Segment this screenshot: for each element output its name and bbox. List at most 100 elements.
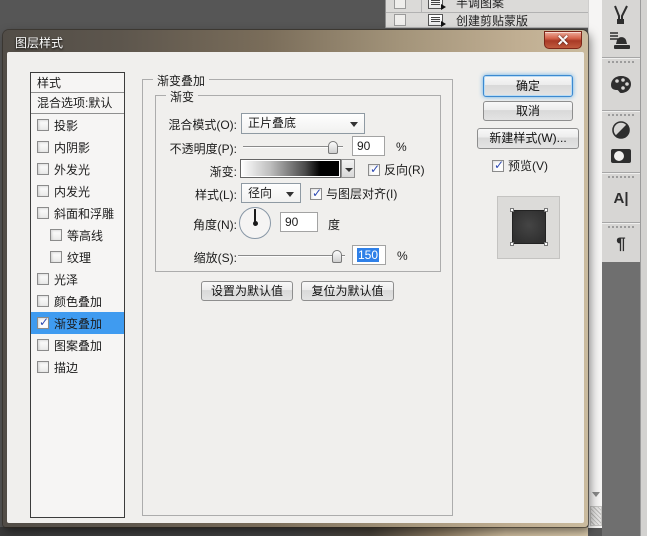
checkbox[interactable] [50,251,62,263]
dock-separator [602,222,640,223]
new-style-button[interactable]: 新建样式(W)... [477,128,579,149]
opacity-input[interactable]: 90 [352,136,385,156]
style-label: 样式(L): [157,186,237,203]
checkbox[interactable] [37,141,49,153]
dock-drag-handle[interactable] [608,114,634,116]
set-default-button[interactable]: 设置为默认值 [201,281,293,301]
dialog-titlebar[interactable]: 图层样式 [3,30,588,52]
reverse-check-row[interactable]: 反向(R) [368,161,425,178]
paragraph-panel-icon[interactable]: ¶ [602,234,640,254]
action-step-label: 半调图案 [456,0,504,11]
gradient-picker-arrow[interactable] [341,159,355,178]
dock-separator [602,172,640,173]
checkbox[interactable] [37,207,49,219]
selection-handle [510,208,514,212]
gradient-preview-bar[interactable] [240,159,341,178]
dock-empty-area [602,262,640,536]
checkbox[interactable] [37,185,49,197]
close-button[interactable] [544,31,582,49]
styles-list-header: 样式 [31,73,124,93]
action-step-icon [428,0,443,9]
opacity-label: 不透明度(P): [157,140,237,157]
scale-slider-thumb[interactable] [332,250,342,263]
dock-separator [602,57,640,58]
checkbox[interactable] [37,163,49,175]
panel-scrollbar[interactable] [588,0,602,528]
dock-edge [640,0,647,536]
sidebar-item-pattern-overlay[interactable]: 图案叠加 [31,334,124,356]
sidebar-item-outer-glow[interactable]: 外发光 [31,158,124,180]
scale-unit: % [397,249,408,263]
align-with-layer-checkbox[interactable] [310,188,322,200]
blend-mode-value: 正片叠底 [248,116,296,130]
masks-panel-icon[interactable] [602,146,640,166]
checkbox[interactable] [37,339,49,351]
action-toggle-checkbox[interactable] [394,14,406,26]
checkbox[interactable] [50,229,62,241]
dock-separator [602,110,640,111]
sidebar-item-inner-glow[interactable]: 内发光 [31,180,124,202]
sidebar-item-drop-shadow[interactable]: 投影 [31,114,124,136]
action-step-icon [428,14,443,26]
ok-button[interactable]: 确定 [483,75,573,97]
opacity-unit: % [396,140,407,154]
group-title: 渐变叠加 [153,72,209,89]
scroll-down-icon[interactable] [592,492,600,497]
column-divider [421,0,422,12]
actions-panel: 半调图案 创建剪贴蒙版 [385,0,588,28]
align-check-row[interactable]: 与图层对齐(I) [310,185,397,202]
preview-check-row[interactable]: 预览(V) [492,157,548,174]
dock-drag-handle[interactable] [608,61,634,63]
style-preview-swatch [497,196,560,259]
clone-source-panel-icon[interactable] [602,30,640,52]
cancel-button[interactable]: 取消 [483,101,573,121]
reset-default-button[interactable]: 复位为默认值 [301,281,394,301]
brushes-panel-icon[interactable] [602,4,640,26]
photoshop-workspace: 半调图案 创建剪贴蒙版 A| [0,0,647,536]
sidebar-item-blending-options[interactable]: 混合选项:默认 [31,93,124,114]
checkbox[interactable] [37,317,49,329]
sidebar-item-contour[interactable]: 等高线 [31,224,124,246]
sidebar-item-inner-shadow[interactable]: 内阴影 [31,136,124,158]
adjustments-panel-icon[interactable] [602,120,640,140]
dialog-title: 图层样式 [15,34,63,51]
resize-grip-icon[interactable] [590,506,602,526]
dock-drag-handle[interactable] [608,226,634,228]
scale-label: 缩放(S): [157,249,237,266]
scale-input[interactable]: 150 [352,245,386,265]
selection-handle [544,242,548,246]
angle-input[interactable]: 90 [280,212,318,232]
action-step-label: 创建剪贴蒙版 [456,12,528,29]
angle-unit: 度 [328,216,340,233]
sidebar-item-color-overlay[interactable]: 颜色叠加 [31,290,124,312]
sidebar-item-texture[interactable]: 纹理 [31,246,124,268]
scale-slider[interactable] [238,255,345,257]
swatches-panel-icon[interactable] [602,74,640,96]
close-icon [558,35,568,45]
sidebar-item-gradient-overlay[interactable]: 渐变叠加 [31,312,124,334]
action-toggle-checkbox[interactable] [394,0,406,9]
selection-handle [510,242,514,246]
dock-drag-handle[interactable] [608,176,634,178]
opacity-slider-thumb[interactable] [328,141,338,154]
style-value: 径向 [248,186,272,200]
checkbox[interactable] [37,119,49,131]
panel-dock: A| ¶ [602,0,640,536]
sidebar-item-satin[interactable]: 光泽 [31,268,124,290]
angle-label: 角度(N): [157,216,237,233]
checkbox[interactable] [37,273,49,285]
opacity-slider[interactable] [243,146,343,148]
style-select[interactable]: 径向 [241,183,301,203]
angle-dial[interactable] [239,207,271,239]
character-panel-icon[interactable]: A| [602,190,640,207]
preview-checkbox[interactable] [492,160,504,172]
sidebar-item-bevel-emboss[interactable]: 斜面和浮雕 [31,202,124,224]
checkbox[interactable] [37,295,49,307]
reverse-checkbox[interactable] [368,164,380,176]
action-step-row[interactable]: 创建剪贴蒙版 [386,13,588,28]
blend-mode-select[interactable]: 正片叠底 [241,113,365,134]
styles-list: 样式 混合选项:默认 投影 内阴影 外发光 内发光 [30,72,125,518]
gradient-label: 渐变: [157,163,237,180]
checkbox[interactable] [37,361,49,373]
sidebar-item-stroke[interactable]: 描边 [31,356,124,378]
